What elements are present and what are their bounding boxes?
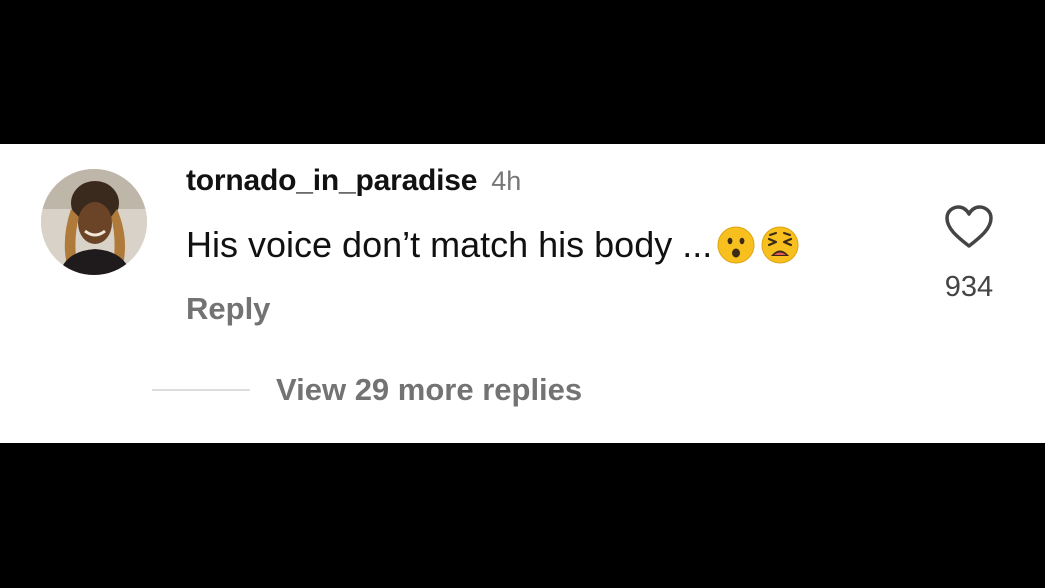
comment-card: tornado_in_paradise 4h His voice don’t m…: [0, 144, 1045, 443]
heart-outline-icon[interactable]: [944, 204, 994, 250]
screenshot-frame: tornado_in_paradise 4h His voice don’t m…: [0, 0, 1045, 588]
weary-face-emoji: [760, 225, 800, 265]
replies-divider: [152, 389, 250, 391]
username-row: tornado_in_paradise 4h: [186, 164, 521, 198]
view-more-replies-label: View 29 more replies: [276, 372, 583, 407]
view-more-replies-button[interactable]: View 29 more replies: [152, 372, 582, 408]
frowning-face-with-open-mouth-emoji: [716, 225, 756, 265]
avatar[interactable]: [41, 169, 147, 275]
username[interactable]: tornado_in_paradise: [186, 164, 477, 198]
timestamp: 4h: [491, 166, 522, 196]
comment-body: His voice don’t match his body ...: [186, 224, 800, 266]
reply-button[interactable]: Reply: [186, 291, 270, 327]
like-count: 934: [944, 271, 994, 303]
comment-text: His voice don’t match his body ...: [186, 224, 713, 265]
